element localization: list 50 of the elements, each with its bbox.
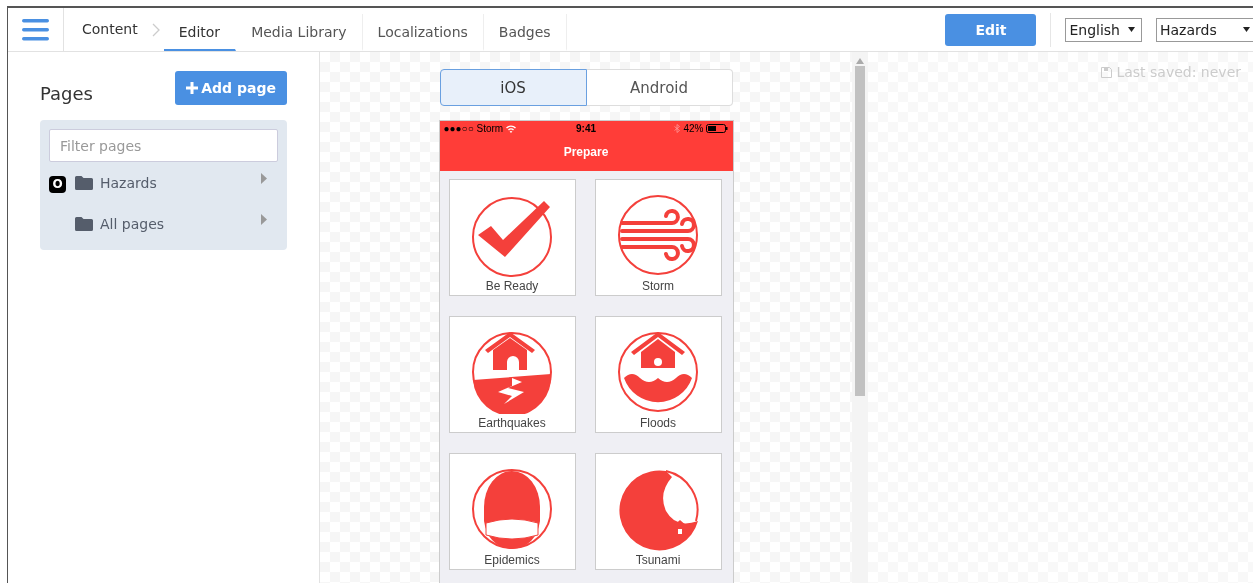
earthquake-icon xyxy=(470,330,554,414)
hazard-tile[interactable]: Be Ready xyxy=(448,179,576,296)
wind-icon xyxy=(616,193,700,277)
badge: O xyxy=(49,175,66,193)
dropdown-arrow-icon xyxy=(1243,27,1250,32)
expand-arrow-icon[interactable] xyxy=(260,214,268,225)
wifi-icon xyxy=(506,124,517,133)
sidebar-title: Pages xyxy=(40,82,93,104)
tile-label: Tsunami xyxy=(635,553,681,567)
tile-label: Epidemics xyxy=(484,553,540,567)
battery-icon xyxy=(706,124,729,133)
battery-label: 42% xyxy=(683,123,704,134)
scroll-up-arrow-icon[interactable] xyxy=(856,58,864,64)
carrier-label: ●●●○○ Storm xyxy=(443,123,504,134)
tile-label: Storm xyxy=(642,279,674,293)
nav-tab[interactable]: Badges xyxy=(483,14,567,51)
language-select[interactable]: English xyxy=(1065,17,1142,42)
folder-icon xyxy=(75,216,93,231)
dropdown-arrow-icon xyxy=(1128,27,1135,32)
wave-icon xyxy=(616,467,700,551)
hazard-tile[interactable]: Storm xyxy=(594,179,722,296)
tile-label: Earthquakes xyxy=(478,416,546,430)
hazard-tile[interactable]: Floods xyxy=(594,316,722,433)
tree-item[interactable]: All pages xyxy=(100,215,165,232)
tile-label: Be Ready xyxy=(485,279,539,293)
tile-label: Floods xyxy=(640,416,676,430)
tree-item[interactable]: Hazards xyxy=(100,174,157,191)
section-select[interactable]: Hazards xyxy=(1156,17,1253,42)
nav-tab[interactable]: Editor xyxy=(163,14,237,51)
scrollbar[interactable] xyxy=(852,52,868,583)
folder-icon xyxy=(75,175,93,190)
expand-arrow-icon[interactable] xyxy=(260,173,268,184)
nav-tab[interactable]: Media Library xyxy=(236,14,363,51)
nav-tab[interactable]: Content xyxy=(64,8,148,51)
clock-label: 9:41 xyxy=(576,123,596,134)
hazard-tile[interactable]: Epidemics xyxy=(448,453,576,570)
filter-field[interactable]: Filter pages xyxy=(49,129,278,162)
hazard-tile[interactable]: Tsunami xyxy=(594,453,722,570)
screen-title: Prepare xyxy=(562,145,610,159)
menu-icon[interactable] xyxy=(22,18,49,41)
platform-tab[interactable]: iOS xyxy=(439,69,587,106)
save-icon xyxy=(1101,66,1113,78)
hazard-tile[interactable]: Earthquakes xyxy=(448,316,576,433)
platform-tab[interactable]: Android xyxy=(586,69,733,106)
bluetooth-icon xyxy=(674,124,681,133)
face-mask-icon xyxy=(470,467,554,551)
plus-icon xyxy=(186,82,199,94)
chevron-icon xyxy=(151,22,160,37)
nav-tab[interactable]: Localizations xyxy=(362,14,484,51)
flood-icon xyxy=(616,330,700,414)
